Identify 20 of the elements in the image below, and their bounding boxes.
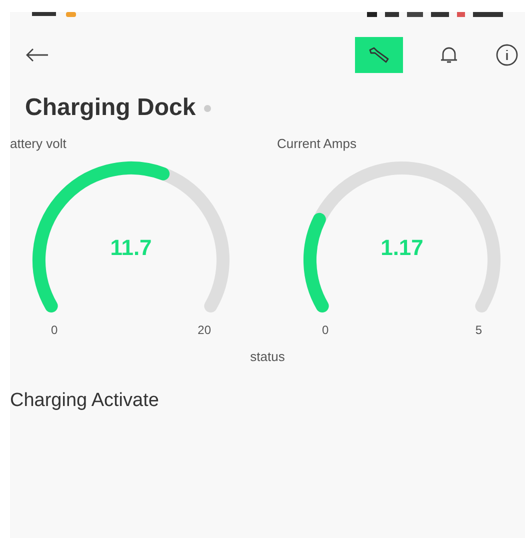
back-arrow-icon	[24, 47, 50, 63]
notification-icon	[66, 12, 76, 17]
bell-icon	[439, 45, 459, 65]
section-heading: Charging Activate	[10, 390, 160, 412]
status-dot	[204, 104, 211, 112]
gauge-max: 20	[198, 323, 211, 337]
wrench-button[interactable]	[355, 37, 403, 73]
wrench-icon	[368, 47, 390, 63]
gauge-min: 0	[51, 323, 58, 337]
page-title: Charging Dock	[25, 94, 196, 122]
info-icon	[495, 43, 519, 67]
gauge-min: 0	[322, 323, 329, 337]
status-label: status	[249, 349, 286, 364]
gauge-value: 1.17	[380, 235, 424, 261]
gauge-label: attery volt	[10, 136, 66, 151]
back-button[interactable]	[24, 47, 50, 63]
battery-icon	[457, 12, 465, 17]
gauge-max: 5	[475, 323, 482, 337]
gauge-label: Current Amps	[277, 136, 356, 151]
gauge-value: 11.7	[109, 235, 153, 261]
